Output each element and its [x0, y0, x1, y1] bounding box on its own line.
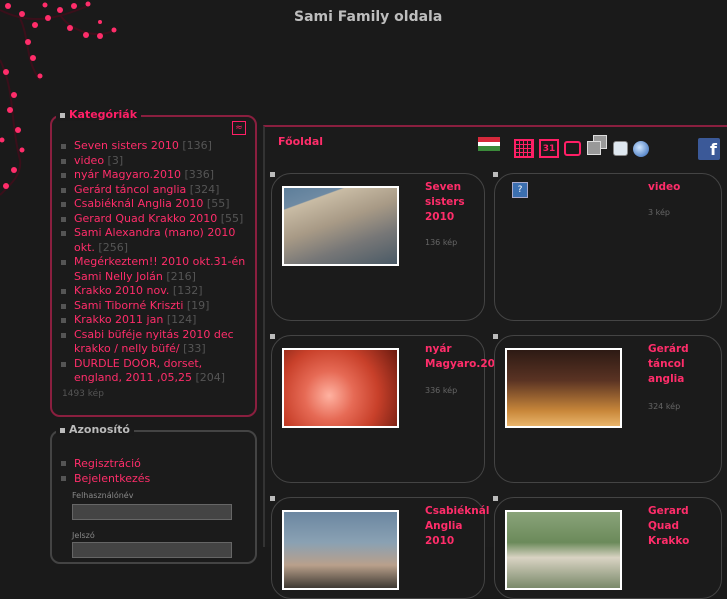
bullet-icon: [270, 172, 275, 177]
category-count: [256]: [98, 240, 129, 254]
globe-page-icon[interactable]: [613, 141, 628, 156]
category-item[interactable]: Sami Tiborné Kriszti [19]: [60, 299, 252, 314]
category-count: [136]: [182, 139, 212, 152]
album-card[interactable]: Csabiéknál Anglia 2010: [270, 496, 489, 599]
categories-total: 1493 kép: [62, 389, 104, 399]
category-count: [55]: [220, 211, 244, 225]
category-count: [324]: [189, 182, 220, 196]
calendar-grid-icon[interactable]: [514, 139, 534, 158]
category-count: [216]: [166, 269, 196, 283]
register-link[interactable]: Regisztráció: [60, 456, 150, 471]
category-link[interactable]: Csabiéknál Anglia 2010: [74, 197, 203, 210]
album-title[interactable]: Gerard Quad Krakko: [648, 504, 710, 549]
album-thumbnail[interactable]: [282, 348, 399, 428]
category-item[interactable]: Seven sisters 2010 [136]: [60, 139, 252, 154]
category-link[interactable]: Krakko 2011 jan: [74, 313, 163, 326]
username-label: Felhasználónév: [72, 491, 134, 500]
album-title[interactable]: Gerárd táncol anglia: [648, 342, 710, 387]
album-title[interactable]: Csabiéknál Anglia 2010: [425, 504, 489, 549]
camera-calendar-icon[interactable]: [564, 141, 581, 156]
album-title[interactable]: nyár Magyaro.2010: [425, 342, 510, 372]
missing-image-icon[interactable]: ?: [512, 182, 528, 198]
album-title[interactable]: video: [648, 180, 710, 195]
bullet-icon: [493, 172, 498, 177]
bullet-icon: [493, 496, 498, 501]
album-thumbnail[interactable]: [505, 348, 622, 428]
category-link[interactable]: Krakko 2010 nov.: [74, 284, 169, 297]
bullet-icon: [493, 334, 498, 339]
category-item[interactable]: Krakko 2010 nov. [132]: [60, 284, 252, 299]
category-count: [19]: [186, 298, 210, 312]
category-item[interactable]: Csabiéknál Anglia 2010 [55]: [60, 197, 252, 212]
password-field[interactable]: [72, 542, 232, 558]
album-image-count: 136 kép: [425, 238, 458, 247]
category-count: [33]: [183, 342, 206, 355]
categories-panel: Kategóriák ≈ Seven sisters 2010 [136] vi…: [50, 108, 257, 417]
album-image-count: 324 kép: [648, 402, 681, 411]
category-item[interactable]: Csabi büféje nyitás 2010 dec krakko / ne…: [60, 328, 252, 357]
category-link[interactable]: DURDLE DOOR, dorset, england, 2011 ,05,2…: [74, 357, 202, 385]
rss-icon[interactable]: ≈: [232, 121, 246, 135]
category-count: [132]: [172, 284, 203, 297]
category-link[interactable]: Sami Tiborné Kriszti: [74, 299, 183, 312]
category-item[interactable]: Krakko 2011 jan [124]: [60, 313, 252, 328]
category-link[interactable]: Megérkeztem!! 2010 okt.31-én Sami Nelly …: [74, 255, 245, 283]
bullet-icon: [60, 427, 65, 433]
category-item[interactable]: Gerárd táncol anglia [324]: [60, 183, 252, 198]
category-item[interactable]: Sami Alexandra (mano) 2010 okt. [256]: [60, 226, 252, 255]
identification-panel: Azonosító Regisztráció Bejelentkezés Fel…: [50, 423, 257, 564]
album-card[interactable]: nyár Magyaro.2010 336 kép: [270, 334, 510, 483]
flag-hungary-icon[interactable]: [478, 137, 500, 151]
identification-links: Regisztráció Bejelentkezés: [60, 456, 150, 486]
category-count: [55]: [206, 197, 230, 210]
categories-title: Kategóriák: [56, 108, 142, 121]
album-card[interactable]: Gerárd táncol anglia 324 kép: [493, 334, 722, 483]
login-link[interactable]: Bejelentkezés: [60, 471, 150, 486]
site-title[interactable]: Sami Family oldala: [294, 9, 442, 25]
identification-title-label: Azonosító: [69, 423, 130, 436]
album-thumbnail[interactable]: [282, 186, 399, 266]
category-link[interactable]: nyár Magyaro.2010: [74, 168, 181, 181]
album-thumbnail[interactable]: [505, 510, 622, 590]
category-count: [124]: [166, 313, 197, 326]
album-image-count: 3 kép: [648, 208, 670, 217]
category-count: [204]: [195, 371, 226, 384]
category-item[interactable]: nyár Magyaro.2010 [336]: [60, 168, 252, 183]
album-card[interactable]: ? video 3 kép: [493, 172, 722, 321]
categories-title-label: Kategóriák: [69, 108, 138, 121]
bullet-icon: [270, 496, 275, 501]
globe-icon[interactable]: [633, 141, 649, 157]
bullet-icon: [60, 112, 65, 118]
category-link[interactable]: Gerard Quad Krakko 2010: [74, 212, 217, 225]
identification-title: Azonosító: [56, 423, 134, 436]
category-link[interactable]: Gerárd táncol anglia: [74, 183, 186, 196]
category-link[interactable]: Csabi büféje nyitás 2010 dec krakko / ne…: [74, 328, 234, 356]
category-list: Seven sisters 2010 [136] video [3] nyár …: [60, 139, 252, 386]
stack-icon[interactable]: [587, 135, 607, 155]
password-label: Jelszó: [72, 531, 95, 540]
album-card[interactable]: Seven sisters 2010 136 kép: [270, 172, 487, 321]
bullet-icon: [270, 334, 275, 339]
facebook-icon[interactable]: f: [698, 138, 720, 160]
category-item[interactable]: Gerard Quad Krakko 2010 [55]: [60, 212, 252, 227]
page-title[interactable]: Főoldal: [278, 135, 323, 148]
album-image-count: 336 kép: [425, 386, 458, 395]
category-item[interactable]: video [3]: [60, 154, 252, 169]
category-count: [336]: [184, 168, 215, 181]
category-link[interactable]: video: [74, 154, 104, 167]
category-item[interactable]: Megérkeztem!! 2010 okt.31-én Sami Nelly …: [60, 255, 252, 284]
album-card[interactable]: Gerard Quad Krakko: [493, 496, 722, 599]
category-link[interactable]: Seven sisters 2010: [74, 139, 179, 152]
category-item[interactable]: DURDLE DOOR, dorset, england, 2011 ,05,2…: [60, 357, 252, 386]
category-count: [3]: [107, 153, 124, 167]
calendar-31-icon[interactable]: 31: [539, 139, 559, 158]
album-thumbnail[interactable]: [282, 510, 399, 590]
album-title[interactable]: Seven sisters 2010: [425, 180, 487, 225]
username-field[interactable]: [72, 504, 232, 520]
main-content-panel: Főoldal 31 f Seven sisters 2010 136 kép …: [263, 125, 727, 599]
